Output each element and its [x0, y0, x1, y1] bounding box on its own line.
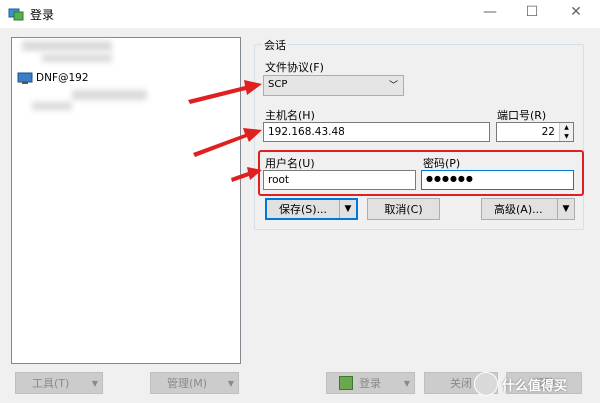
watermark-logo-icon — [474, 372, 498, 396]
watermark: 什么值得买 — [474, 369, 594, 399]
arrow-to-credentials — [231, 167, 262, 182]
arrow-to-protocol — [188, 80, 262, 104]
annotation-arrows — [188, 80, 262, 182]
watermark-text: 什么值得买 — [502, 378, 568, 394]
arrow-to-host — [193, 128, 262, 157]
